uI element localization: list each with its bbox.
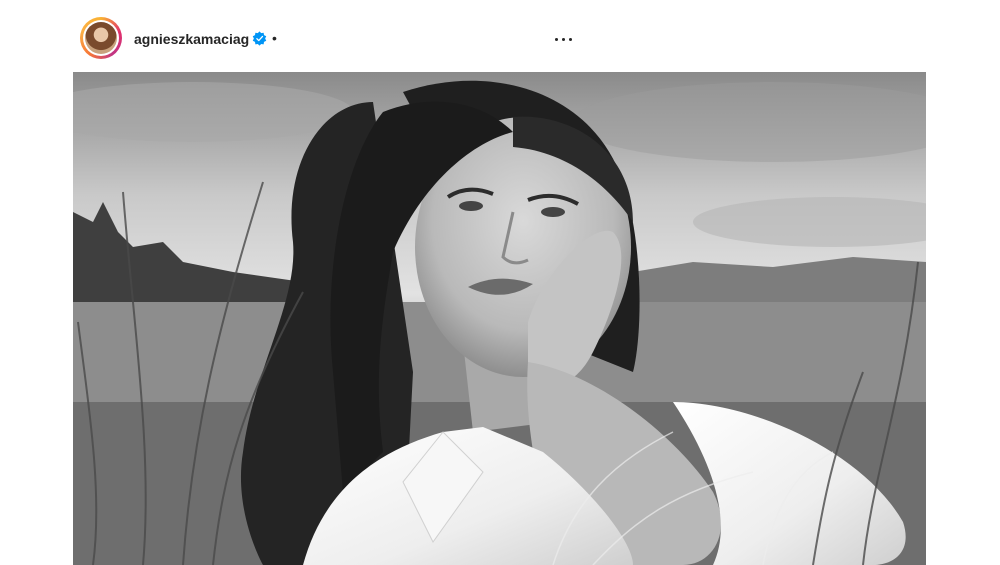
username-link[interactable]: agnieszkamaciag [134,30,249,48]
verified-badge-icon [252,31,267,46]
post-photo[interactable] [73,72,926,565]
separator-dot: • [272,30,277,46]
avatar[interactable] [85,22,117,54]
story-ring[interactable] [80,17,122,59]
portrait-image [73,72,926,565]
post-header: agnieszkamaciag • [73,0,926,72]
more-options-icon[interactable] [552,31,576,47]
